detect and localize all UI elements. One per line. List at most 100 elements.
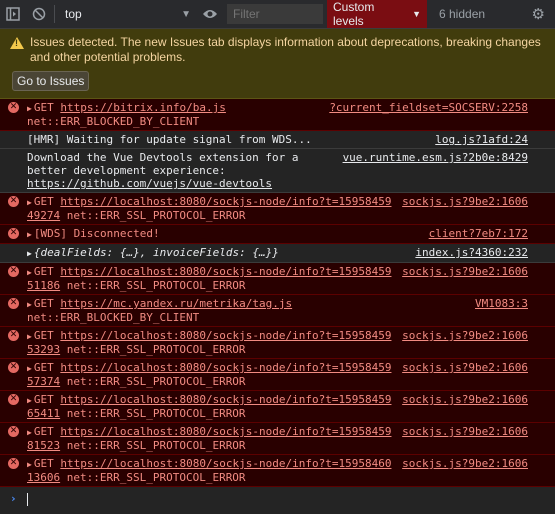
error-detail: net::ERR_SSL_PROTOCOL_ERROR (60, 439, 246, 452)
request-url[interactable]: https://localhost:8080/sockjs-node/info?… (60, 393, 391, 406)
request-url[interactable]: https://localhost:8080/sockjs-node/info?… (60, 329, 391, 342)
error-detail: net::ERR_BLOCKED_BY_CLIENT (27, 115, 200, 128)
expand-triangle-icon[interactable]: ▶ (27, 104, 32, 113)
expand-triangle-icon[interactable]: ▶ (27, 249, 32, 258)
console-row[interactable]: ✕ ▶ GET https://localhost:8080/sockjs-node… (0, 193, 555, 225)
log-text: Download the Vue Devtools extension for … (27, 151, 299, 164)
issues-warning-banner: ! Issues detected. The new Issues tab di… (0, 29, 555, 99)
log-link[interactable]: https://github.com/vuejs/vue-devtools (27, 177, 272, 190)
source-link[interactable]: sockjs.js?9be2:1606 (402, 361, 528, 374)
request-url-tail[interactable]: 53293 (27, 343, 60, 356)
source-link[interactable]: VM1083:3 (475, 297, 528, 310)
log-text: [WDS] Disconnected! (33, 227, 160, 240)
expand-triangle-icon[interactable]: ▶ (27, 230, 32, 239)
error-icon: ✕ (8, 102, 19, 113)
sidebar-toggle-icon[interactable] (0, 0, 26, 28)
error-icon: ✕ (8, 228, 19, 239)
console-row[interactable]: ✕ ▶ GET https://localhost:8080/sockjs-node… (0, 263, 555, 295)
source-link[interactable]: sockjs.js?9be2:1606 (402, 329, 528, 342)
chevron-down-icon: ▼ (412, 9, 421, 19)
request-url[interactable]: https://localhost:8080/sockjs-node/info?… (60, 265, 391, 278)
request-method: GET (33, 329, 61, 342)
console-row[interactable]: ▶ {dealFields: {…}, invoiceFields: {…}} in… (0, 244, 555, 263)
request-method: GET (33, 195, 61, 208)
error-icon: ✕ (8, 458, 19, 469)
request-method: GET (33, 297, 61, 310)
error-icon: ✕ (8, 362, 19, 373)
console-row[interactable]: ✕ ▶ GET https://mc.yandex.ru/metrika/tag.j… (0, 295, 555, 327)
error-icon: ✕ (8, 330, 19, 341)
request-method: GET (33, 457, 61, 470)
request-url[interactable]: https://localhost:8080/sockjs-node/info?… (60, 361, 391, 374)
warning-text: Issues detected. The new Issues tab disp… (30, 35, 541, 64)
gear-icon[interactable]: ⚙ (532, 5, 545, 23)
console-row[interactable]: ✕ ▶ GET https://localhost:8080/sockjs-node… (0, 455, 555, 487)
request-url[interactable]: https://mc.yandex.ru/metrika/tag.js (60, 297, 292, 310)
error-detail: net::ERR_SSL_PROTOCOL_ERROR (60, 375, 246, 388)
error-icon: ✕ (8, 196, 19, 207)
source-link[interactable]: sockjs.js?9be2:1606 (402, 265, 528, 278)
context-selector[interactable]: top ▼ (57, 4, 197, 24)
expand-triangle-icon[interactable]: ▶ (27, 332, 32, 341)
source-link[interactable]: vue.runtime.esm.js?2b0e:8429 (343, 151, 528, 164)
console-row[interactable]: ✕ ▶ GET https://localhost:8080/sockjs-node… (0, 327, 555, 359)
request-url[interactable]: https://localhost:8080/sockjs-node/info?… (60, 195, 391, 208)
request-url-tail[interactable]: 49274 (27, 209, 60, 222)
expand-triangle-icon[interactable]: ▶ (27, 460, 32, 469)
go-to-issues-button[interactable]: Go to Issues (12, 71, 90, 91)
log-text: better development experience: (27, 164, 226, 177)
log-levels-label: Custom levels (333, 0, 375, 28)
error-icon: ✕ (8, 394, 19, 405)
filter-input[interactable] (227, 4, 323, 24)
console-toolbar: top ▼ Custom levels ▼ 6 hidden ⚙ (0, 0, 555, 29)
console-row[interactable]: Download the Vue Devtools extension for … (0, 149, 555, 193)
console-row[interactable]: ✕ ▶ GET https://localhost:8080/sockjs-node… (0, 359, 555, 391)
context-value: top (65, 7, 82, 21)
expand-triangle-icon[interactable]: ▶ (27, 198, 32, 207)
expand-triangle-icon[interactable]: ▶ (27, 396, 32, 405)
eye-icon[interactable] (197, 0, 223, 28)
expand-triangle-icon[interactable]: ▶ (27, 268, 32, 277)
text-cursor (27, 493, 28, 506)
source-link[interactable]: index.js?4360:232 (415, 246, 528, 259)
source-link[interactable]: sockjs.js?9be2:1606 (402, 393, 528, 406)
request-url-tail[interactable]: 57374 (27, 375, 60, 388)
toolbar-divider (54, 5, 55, 23)
expand-triangle-icon[interactable]: ▶ (27, 300, 32, 309)
request-method: GET (33, 393, 61, 406)
console-row[interactable]: ✕ ▶ [WDS] Disconnected! client?7eb7:172 (0, 225, 555, 244)
request-url-tail[interactable]: 13606 (27, 471, 60, 484)
source-link[interactable]: log.js?1afd:24 (435, 133, 528, 146)
expand-triangle-icon[interactable]: ▶ (27, 364, 32, 373)
console-row[interactable]: [HMR] Waiting for update signal from WDS… (0, 131, 555, 149)
error-icon: ✕ (8, 426, 19, 437)
error-detail: net::ERR_SSL_PROTOCOL_ERROR (60, 407, 246, 420)
request-url-tail[interactable]: 51186 (27, 279, 60, 292)
error-icon: ✕ (8, 298, 19, 309)
request-method: GET (33, 361, 61, 374)
source-link[interactable]: client?7eb7:172 (429, 227, 528, 240)
source-link[interactable]: ?current_fieldset=SOCSERV:2258 (329, 101, 528, 114)
object-preview[interactable]: {dealFields: {…}, invoiceFields: {…}} (34, 246, 279, 259)
console-row[interactable]: ✕ ▶ GET https://bitrix.info/ba.js net::ERR_… (0, 99, 555, 131)
clear-console-icon[interactable] (26, 0, 52, 28)
error-detail: net::ERR_BLOCKED_BY_CLIENT (27, 311, 200, 324)
console-row[interactable]: ✕ ▶ GET https://localhost:8080/sockjs-node… (0, 391, 555, 423)
request-method: GET (33, 101, 61, 114)
source-link[interactable]: sockjs.js?9be2:1606 (402, 195, 528, 208)
source-link[interactable]: sockjs.js?9be2:1606 (402, 457, 528, 470)
request-url-tail[interactable]: 81523 (27, 439, 60, 452)
request-method: GET (33, 265, 61, 278)
expand-triangle-icon[interactable]: ▶ (27, 428, 32, 437)
error-icon: ✕ (8, 266, 19, 277)
log-levels-dropdown[interactable]: Custom levels ▼ (327, 0, 427, 28)
hidden-count: 6 hidden (439, 7, 486, 21)
request-url-tail[interactable]: 65411 (27, 407, 60, 420)
request-url[interactable]: https://bitrix.info/ba.js (60, 101, 226, 114)
prompt-chevron-icon: › (10, 492, 17, 505)
source-link[interactable]: sockjs.js?9be2:1606 (402, 425, 528, 438)
request-url[interactable]: https://localhost:8080/sockjs-node/info?… (60, 457, 391, 470)
request-url[interactable]: https://localhost:8080/sockjs-node/info?… (60, 425, 391, 438)
console-row[interactable]: ✕ ▶ GET https://localhost:8080/sockjs-node… (0, 423, 555, 455)
console-prompt[interactable]: › (0, 487, 555, 511)
